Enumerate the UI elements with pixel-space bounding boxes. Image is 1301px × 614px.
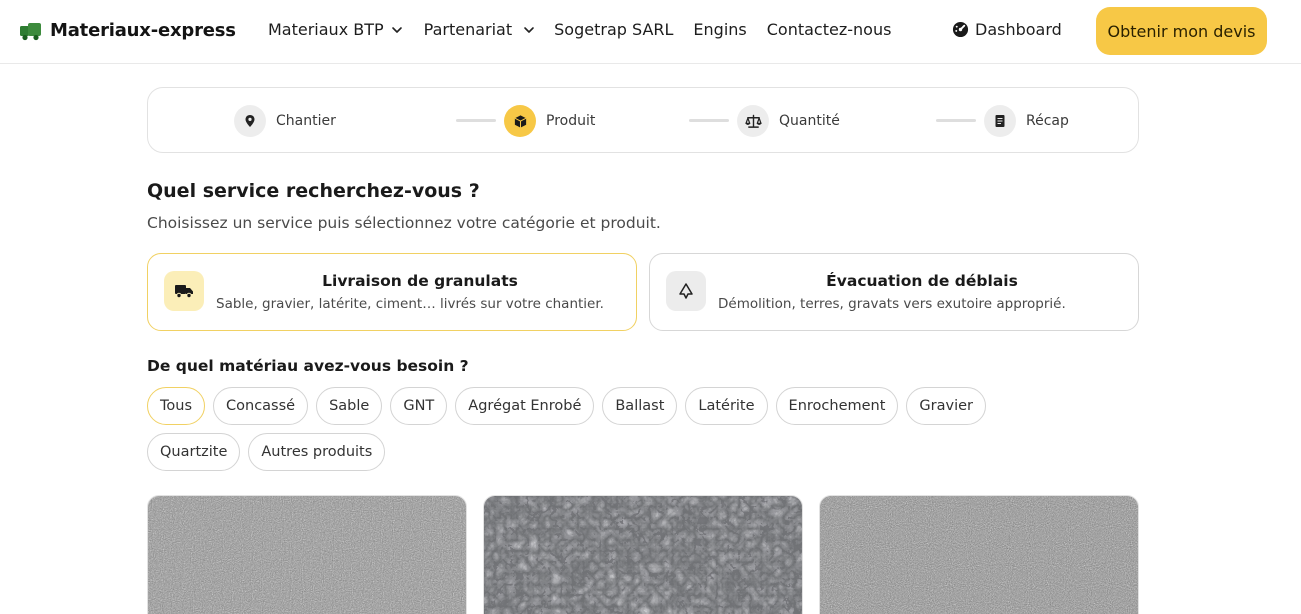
nav-item-contact[interactable]: Contactez-nous — [767, 20, 892, 39]
get-quote-button[interactable]: Obtenir mon devis — [1096, 7, 1267, 55]
nav-label: Sogetrap SARL — [554, 20, 674, 39]
chevron-down-icon — [391, 26, 402, 33]
dashboard-link[interactable]: Dashboard — [952, 20, 1062, 39]
service-icon-wrap — [164, 271, 204, 311]
nav-item-partenariat[interactable]: Partenariat — [424, 20, 536, 39]
chip-quartzite[interactable]: Quartzite — [147, 433, 241, 471]
service-heading: Quel service recherchez-vous ? — [147, 180, 480, 202]
chip-autres-produits[interactable]: Autres produits — [248, 433, 386, 471]
nav-label: Materiaux BTP — [268, 20, 384, 39]
fine-aggregate-image — [820, 496, 1138, 614]
service-title: Évacuation de déblais — [826, 272, 1018, 290]
chevron-down-icon — [524, 26, 534, 33]
map-pin-icon — [245, 115, 255, 127]
step-recap[interactable]: Récap — [984, 105, 1069, 137]
brand-logo[interactable]: Materiaux-express — [20, 20, 236, 41]
nav-label: Engins — [693, 20, 747, 39]
chip-concasse[interactable]: Concassé — [213, 387, 309, 425]
service-subtitle: Choisissez un service puis sélectionnez … — [147, 214, 661, 232]
nav-label: Partenariat — [423, 20, 513, 39]
nav-item-materiaux-btp[interactable]: Materiaux BTP — [268, 20, 404, 39]
chip-tous[interactable]: Tous — [147, 387, 206, 425]
dashboard-gauge-icon — [952, 21, 969, 38]
step-produit[interactable]: Produit — [504, 105, 595, 137]
step-connector — [936, 119, 976, 122]
chip-laterite[interactable]: Latérite — [685, 387, 768, 425]
brand-name: Materiaux-express — [50, 20, 236, 41]
recycle-icon — [679, 283, 693, 299]
truck-logo-icon — [20, 22, 41, 40]
material-filter-chips: Tous Concassé Sable GNT Agrégat Enrobé B… — [147, 387, 1087, 471]
step-circle-active — [504, 105, 536, 137]
progress-stepper: Chantier Produit Quantité Récap — [147, 87, 1139, 153]
service-option-livraison[interactable]: Livraison de granulats Sable, gravier, l… — [147, 253, 637, 331]
product-card-image[interactable] — [483, 495, 803, 614]
product-card-image[interactable] — [147, 495, 467, 614]
service-icon-wrap — [666, 271, 706, 311]
materials-heading: De quel matériau avez-vous besoin ? — [147, 357, 469, 375]
top-navbar: Materiaux-express Materiaux BTP Partenar… — [0, 0, 1301, 64]
scale-icon — [744, 114, 762, 128]
step-label: Produit — [546, 113, 596, 129]
step-connector — [689, 119, 729, 122]
nav-item-sogetrap[interactable]: Sogetrap SARL — [554, 20, 673, 39]
step-circle — [737, 105, 769, 137]
crushed-stone-image — [484, 496, 802, 614]
nav-item-engins[interactable]: Engins — [693, 20, 746, 39]
step-circle — [234, 105, 266, 137]
chip-ballast[interactable]: Ballast — [602, 387, 678, 425]
product-card-image[interactable] — [819, 495, 1139, 614]
chip-agregat-enrobe[interactable]: Agrégat Enrobé — [455, 387, 595, 425]
service-title: Livraison de granulats — [322, 272, 518, 290]
fine-aggregate-image — [148, 496, 466, 614]
step-connector — [456, 119, 496, 122]
receipt-icon — [995, 115, 1005, 127]
step-chantier[interactable]: Chantier — [234, 105, 336, 137]
nav-label: Contactez-nous — [766, 20, 892, 39]
step-label: Récap — [1026, 113, 1069, 129]
service-option-evacuation[interactable]: Évacuation de déblais Démolition, terres… — [649, 253, 1139, 331]
step-circle — [984, 105, 1016, 137]
chip-enrochement[interactable]: Enrochement — [775, 387, 899, 425]
main-nav: Materiaux BTP Partenariat Sogetrap SARL … — [268, 20, 891, 39]
step-label: Quantité — [779, 113, 840, 129]
service-desc: Démolition, terres, gravats vers exutoir… — [718, 296, 1066, 312]
chip-gnt[interactable]: GNT — [390, 387, 448, 425]
step-quantite[interactable]: Quantité — [737, 105, 840, 137]
service-desc: Sable, gravier, latérite, ciment… livrés… — [216, 296, 604, 312]
step-label: Chantier — [276, 113, 336, 129]
chip-sable[interactable]: Sable — [316, 387, 383, 425]
dashboard-label: Dashboard — [975, 20, 1062, 39]
box-icon — [514, 114, 526, 128]
chip-gravier[interactable]: Gravier — [906, 387, 986, 425]
truck-icon — [175, 285, 193, 299]
